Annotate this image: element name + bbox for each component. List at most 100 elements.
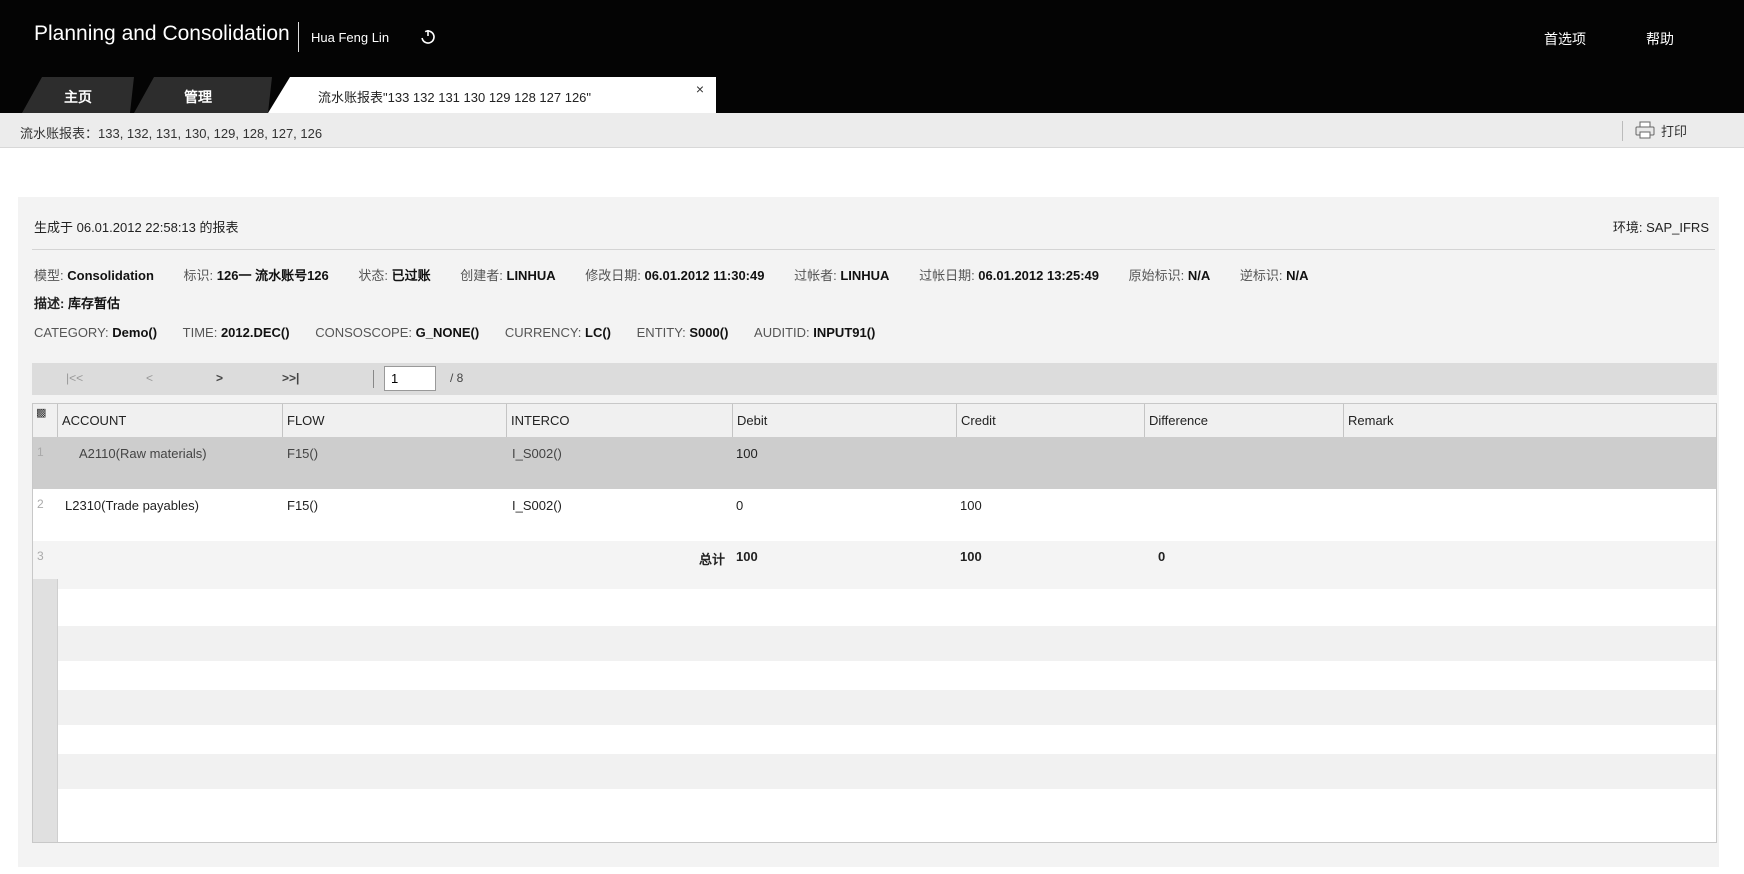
meta-creator: 创建者: LINHUA [460, 265, 555, 284]
tab-admin-label: 管理 [184, 89, 212, 105]
meta-id-label: 标识: [183, 268, 217, 283]
journal-meta-row: 模型: Consolidation 标识: 126一 流水账号126 状态: 已… [34, 265, 1335, 284]
col-header-interco[interactable]: INTERCO [506, 404, 732, 437]
title-separator [298, 22, 299, 52]
last-page-button[interactable]: >>| [282, 371, 299, 385]
column-chooser-icon[interactable]: ▩ [36, 406, 46, 419]
toolbar-separator [1622, 121, 1623, 141]
tab-admin[interactable]: 管理 [134, 77, 272, 113]
printer-icon [1635, 121, 1655, 139]
meta-reverse-id: 逆标识: N/A [1240, 265, 1309, 284]
preferences-link[interactable]: 首选项 [1544, 29, 1586, 49]
cell-credit[interactable]: 100 [960, 498, 982, 513]
meta-status-value: 已过账 [391, 268, 431, 283]
empty-row [58, 690, 1716, 725]
row-number: 1 [37, 445, 44, 459]
dim-entity-label: ENTITY: [636, 325, 690, 340]
logout-power-icon[interactable] [419, 27, 437, 45]
print-button[interactable]: 打印 [1634, 119, 1687, 141]
col-header-account[interactable]: ACCOUNT [57, 404, 282, 437]
row-number: 2 [37, 497, 44, 511]
table-row-selected[interactable]: 1 A2110(Raw materials) F15() I_S002() 10… [33, 437, 1716, 489]
dim-time: TIME: 2012.DEC() [183, 325, 290, 340]
meta-id: 标识: 126一 流水账号126 [184, 265, 329, 284]
report-panel: 生成于 06.01.2012 22:58:13 的报表 环境: SAP_IFRS… [18, 197, 1719, 867]
environment-label: 环境: [1612, 220, 1647, 235]
cell-interco[interactable]: I_S002() [512, 446, 562, 461]
col-header-credit[interactable]: Credit [956, 404, 1144, 437]
total-difference: 0 [1158, 549, 1166, 564]
col-header-flow[interactable]: FLOW [282, 404, 506, 437]
tab-home[interactable]: 主页 [22, 77, 134, 113]
cell-flow[interactable]: F15() [287, 498, 318, 513]
pagination-bar: |<< < > >>| / 8 [32, 363, 1717, 395]
dim-currency-label: CURRENCY: [504, 325, 586, 340]
meta-status-label: 状态: [358, 268, 392, 283]
next-page-button[interactable]: > [216, 371, 223, 385]
empty-row [58, 626, 1716, 661]
meta-modified-date-value: 06.01.2012 11:30:49 [644, 268, 765, 283]
meta-modified-date: 修改日期: 06.01.2012 11:30:49 [585, 265, 764, 284]
cell-debit[interactable]: 0 [736, 498, 743, 513]
meta-id-value: 126一 流水账号126 [216, 268, 329, 283]
dim-category-value: Demo() [112, 325, 158, 340]
cell-account[interactable]: A2110(Raw materials) [79, 446, 207, 461]
dim-auditid: AUDITID: INPUT91() [754, 325, 875, 340]
total-credit: 100 [960, 549, 982, 564]
tab-close-icon[interactable]: × [696, 81, 704, 97]
table-row[interactable]: 2 L2310(Trade payables) F15() I_S002() 0… [33, 489, 1716, 541]
col-header-difference[interactable]: Difference [1144, 404, 1343, 437]
cell-interco[interactable]: I_S002() [512, 498, 562, 513]
dim-category-label: CATEGORY: [34, 325, 113, 340]
dim-consoscope-value: G_NONE() [415, 325, 480, 340]
header-divider [32, 249, 1715, 250]
meta-posted-date: 过帐日期: 06.01.2012 13:25:49 [919, 265, 1099, 284]
report-toolbar: 流水账报表：133, 132, 131, 130, 129, 128, 127,… [0, 113, 1744, 148]
meta-model: 模型: Consolidation [34, 265, 154, 284]
meta-creator-label: 创建者: [460, 268, 507, 283]
print-label: 打印 [1661, 123, 1688, 139]
environment-value: SAP_IFRS [1646, 220, 1709, 235]
meta-status: 状态: 已过账 [358, 265, 430, 284]
tab-home-label: 主页 [64, 89, 92, 105]
journal-grid: ▩ ACCOUNT FLOW INTERCO Debit Credit Diff… [32, 403, 1717, 843]
meta-creator-value: LINHUA [506, 268, 556, 283]
dim-auditid-label: AUDITID: [754, 325, 814, 340]
dim-category: CATEGORY: Demo() [34, 325, 157, 340]
total-label: 总计 [699, 552, 726, 567]
first-page-button[interactable]: |<< [66, 371, 83, 385]
col-header-debit[interactable]: Debit [732, 404, 956, 437]
tab-journal-report[interactable]: 流水账报表"133 132 131 130 129 128 127 126" × [268, 77, 716, 113]
cell-flow[interactable]: F15() [287, 446, 318, 461]
table-total-row: 3 总计 100 100 0 [33, 541, 1716, 579]
pager-separator [373, 370, 374, 388]
row-number: 3 [37, 549, 44, 563]
meta-posted-date-value: 06.01.2012 13:25:49 [978, 268, 1100, 283]
dim-auditid-value: INPUT91() [813, 325, 876, 340]
meta-model-value: Consolidation [67, 268, 154, 283]
meta-original-id: 原始标识: N/A [1129, 265, 1211, 284]
total-debit: 100 [736, 549, 758, 564]
page-number-input[interactable] [384, 366, 436, 391]
generated-timestamp: 生成于 06.01.2012 22:58:13 的报表 [34, 220, 239, 235]
prev-page-button[interactable]: < [146, 371, 153, 385]
help-link[interactable]: 帮助 [1646, 29, 1674, 49]
empty-row [58, 754, 1716, 789]
cell-account[interactable]: L2310(Trade payables) [65, 498, 199, 513]
dim-consoscope: CONSOSCOPE: G_NONE() [315, 325, 479, 340]
meta-poster-label: 过帐者: [794, 268, 841, 283]
cell-debit[interactable]: 100 [736, 446, 758, 461]
meta-poster-value: LINHUA [840, 268, 890, 283]
dim-entity-value: S000() [689, 325, 729, 340]
dim-time-label: TIME: [182, 325, 221, 340]
app-title: Planning and Consolidation [34, 22, 290, 45]
col-header-remark[interactable]: Remark [1343, 404, 1716, 437]
grid-header: ▩ ACCOUNT FLOW INTERCO Debit Credit Diff… [33, 404, 1716, 438]
dim-time-value: 2012.DEC() [220, 325, 290, 340]
meta-poster: 过帐者: LINHUA [794, 265, 889, 284]
dim-entity: ENTITY: S000() [637, 325, 729, 340]
description-value: 库存暂估 [67, 296, 120, 311]
description-label: 描述: [34, 296, 68, 311]
meta-description: 描述: 库存暂估 [34, 293, 120, 312]
meta-reverse-id-value: N/A [1286, 268, 1309, 283]
